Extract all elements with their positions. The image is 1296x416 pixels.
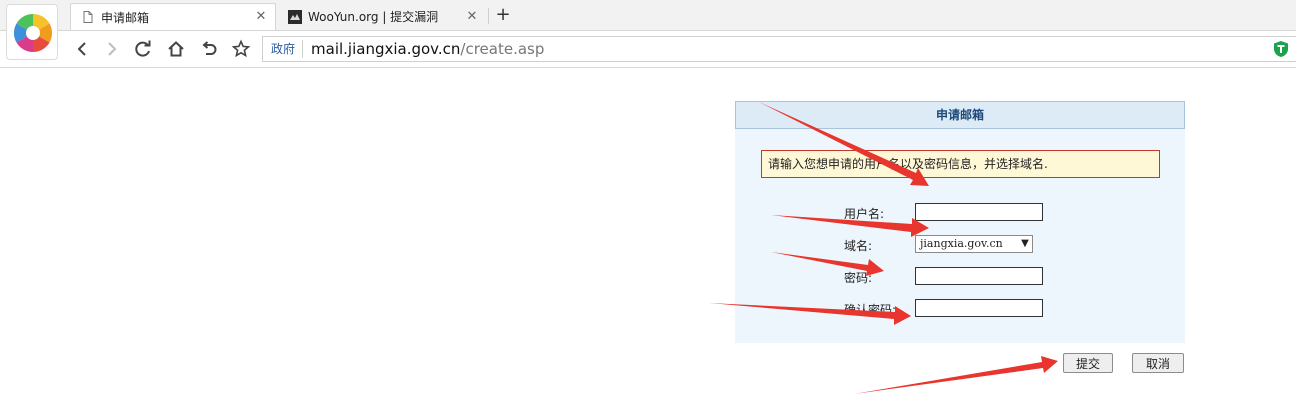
reload-icon[interactable] bbox=[132, 38, 154, 60]
bookmark-star-icon[interactable] bbox=[230, 38, 252, 60]
tab-divider bbox=[488, 8, 489, 24]
tab-strip: 申请邮箱 ✕ WooYun.org | 提交漏洞 ✕ + bbox=[0, 0, 1296, 60]
close-icon[interactable]: ✕ bbox=[253, 9, 269, 25]
domain-label: 域名: bbox=[844, 239, 873, 253]
new-tab-button[interactable]: + bbox=[492, 4, 514, 26]
password-label: 密码: bbox=[844, 271, 873, 285]
submit-button[interactable]: 提交 bbox=[1063, 353, 1113, 373]
confirm-password-input[interactable] bbox=[915, 299, 1043, 317]
url-text[interactable]: mail.jiangxia.gov.cn/create.asp bbox=[303, 40, 544, 58]
wooyun-favicon-icon bbox=[288, 9, 302, 24]
cancel-button[interactable]: 取消 bbox=[1132, 353, 1184, 373]
tab-inactive[interactable]: WooYun.org | 提交漏洞 ✕ bbox=[278, 3, 486, 30]
tab-label: 申请邮箱 bbox=[101, 10, 150, 25]
close-icon[interactable]: ✕ bbox=[464, 9, 480, 25]
confirm-password-label: 确认密码: bbox=[844, 303, 897, 317]
url-host: mail.jiangxia.gov.cn bbox=[311, 40, 461, 58]
browser-toolbar: 政府 mail.jiangxia.gov.cn/create.asp bbox=[0, 30, 1296, 68]
username-label: 用户名: bbox=[844, 207, 885, 221]
tab-active[interactable]: 申请邮箱 ✕ bbox=[70, 3, 276, 30]
annotation-arrow bbox=[854, 356, 1058, 394]
notice-message: 请输入您想申请的用户名以及密码信息，并选择域名. bbox=[761, 150, 1160, 178]
gov-site-badge: 政府 bbox=[263, 40, 304, 58]
domain-select[interactable]: jiangxia.gov.cn ▼ bbox=[915, 235, 1033, 253]
browser-logo-icon[interactable] bbox=[6, 4, 58, 60]
dropdown-arrow-icon: ▼ bbox=[1021, 238, 1029, 249]
back-icon[interactable] bbox=[72, 38, 94, 60]
domain-selected-value: jiangxia.gov.cn bbox=[920, 237, 1003, 250]
form-title: 申请邮箱 bbox=[735, 101, 1185, 129]
tab-label: WooYun.org | 提交漏洞 bbox=[308, 10, 439, 24]
address-bar[interactable]: 政府 mail.jiangxia.gov.cn/create.asp bbox=[262, 36, 1296, 62]
page-icon bbox=[81, 10, 95, 24]
home-icon[interactable] bbox=[165, 38, 187, 60]
forward-icon[interactable] bbox=[100, 38, 122, 60]
url-path: /create.asp bbox=[460, 40, 545, 58]
password-input[interactable] bbox=[915, 267, 1043, 285]
shield-icon[interactable] bbox=[1272, 40, 1290, 58]
username-input[interactable] bbox=[915, 203, 1043, 221]
undo-icon[interactable] bbox=[198, 38, 220, 60]
